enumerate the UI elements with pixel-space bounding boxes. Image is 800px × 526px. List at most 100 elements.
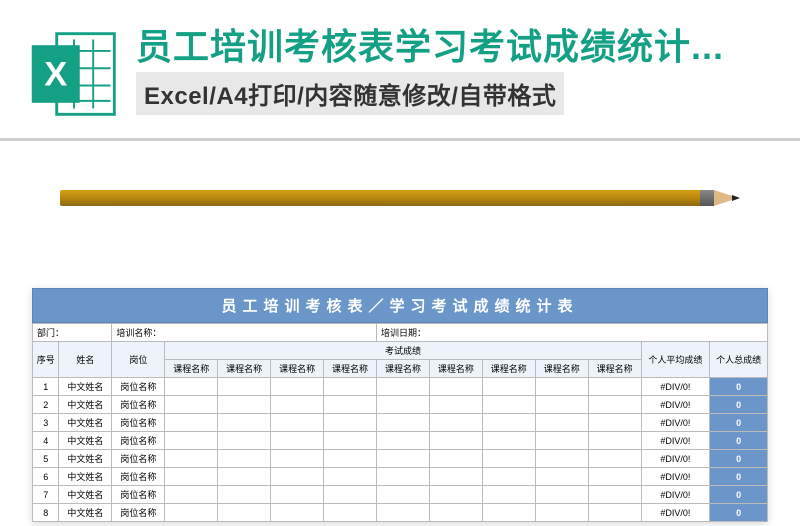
- training-name-label: 培训名称：: [112, 324, 377, 342]
- cell-position: 岗位名称: [112, 486, 165, 504]
- cell-course: [588, 468, 641, 486]
- cell-avg: #DIV/0!: [641, 396, 710, 414]
- th-course: 课程名称: [324, 360, 377, 378]
- cell-course: [271, 378, 324, 396]
- cell-course: [535, 450, 588, 468]
- cell-course: [376, 414, 429, 432]
- cell-course: [218, 432, 271, 450]
- th-exam-group: 考试成绩: [165, 342, 641, 360]
- table-row: 4中文姓名岗位名称#DIV/0!0: [33, 432, 768, 450]
- table-row: 7中文姓名岗位名称#DIV/0!0: [33, 486, 768, 504]
- cell-course: [588, 486, 641, 504]
- cell-course: [376, 378, 429, 396]
- cell-course: [482, 378, 535, 396]
- cell-course: [535, 486, 588, 504]
- data-table: 部门： 培训名称： 培训日期： 序号 姓名 岗位 考试成绩 个人平均成绩 个人总…: [32, 323, 768, 522]
- cell-name: 中文姓名: [59, 486, 112, 504]
- th-course: 课程名称: [429, 360, 482, 378]
- cell-course: [271, 486, 324, 504]
- cell-course: [218, 378, 271, 396]
- cell-course: [324, 378, 377, 396]
- cell-name: 中文姓名: [59, 468, 112, 486]
- cell-total: 0: [710, 504, 768, 522]
- pencil-decoration: [60, 190, 760, 206]
- excel-icon: X: [26, 26, 122, 122]
- cell-course: [271, 432, 324, 450]
- cell-course: [324, 414, 377, 432]
- cell-seq: 3: [33, 414, 59, 432]
- table-row: 1中文姓名岗位名称#DIV/0!0: [33, 378, 768, 396]
- cell-avg: #DIV/0!: [641, 432, 710, 450]
- cell-course: [588, 414, 641, 432]
- table-row: 5中文姓名岗位名称#DIV/0!0: [33, 450, 768, 468]
- cell-course: [588, 378, 641, 396]
- cell-course: [482, 468, 535, 486]
- cell-course: [218, 504, 271, 522]
- th-course: 课程名称: [165, 360, 218, 378]
- cell-course: [271, 396, 324, 414]
- cell-name: 中文姓名: [59, 378, 112, 396]
- cell-course: [324, 486, 377, 504]
- cell-seq: 8: [33, 504, 59, 522]
- table-row: 8中文姓名岗位名称#DIV/0!0: [33, 504, 768, 522]
- cell-course: [482, 396, 535, 414]
- cell-course: [165, 414, 218, 432]
- meta-row: 部门： 培训名称： 培训日期：: [33, 324, 768, 342]
- cell-seq: 6: [33, 468, 59, 486]
- cell-total: 0: [710, 432, 768, 450]
- cell-position: 岗位名称: [112, 450, 165, 468]
- cell-seq: 7: [33, 486, 59, 504]
- cell-course: [588, 396, 641, 414]
- cell-course: [165, 504, 218, 522]
- cell-course: [376, 396, 429, 414]
- cell-course: [324, 432, 377, 450]
- cell-course: [535, 432, 588, 450]
- cell-course: [535, 378, 588, 396]
- th-course: 课程名称: [535, 360, 588, 378]
- cell-course: [535, 468, 588, 486]
- cell-course: [482, 486, 535, 504]
- cell-course: [429, 504, 482, 522]
- divider: [0, 138, 800, 141]
- cell-course: [218, 396, 271, 414]
- cell-course: [482, 414, 535, 432]
- cell-position: 岗位名称: [112, 396, 165, 414]
- cell-seq: 5: [33, 450, 59, 468]
- cell-course: [218, 450, 271, 468]
- cell-course: [535, 396, 588, 414]
- cell-total: 0: [710, 450, 768, 468]
- cell-total: 0: [710, 396, 768, 414]
- cell-name: 中文姓名: [59, 450, 112, 468]
- cell-course: [376, 468, 429, 486]
- cell-total: 0: [710, 414, 768, 432]
- th-position: 岗位: [112, 342, 165, 378]
- cell-course: [482, 504, 535, 522]
- training-date-label: 培训日期：: [376, 324, 767, 342]
- cell-course: [429, 468, 482, 486]
- cell-course: [165, 450, 218, 468]
- cell-course: [588, 432, 641, 450]
- th-course: 课程名称: [376, 360, 429, 378]
- cell-course: [376, 450, 429, 468]
- cell-avg: #DIV/0!: [641, 468, 710, 486]
- th-course: 课程名称: [218, 360, 271, 378]
- cell-avg: #DIV/0!: [641, 378, 710, 396]
- cell-position: 岗位名称: [112, 378, 165, 396]
- cell-course: [218, 486, 271, 504]
- cell-course: [376, 486, 429, 504]
- cell-position: 岗位名称: [112, 432, 165, 450]
- cell-name: 中文姓名: [59, 396, 112, 414]
- cell-course: [429, 378, 482, 396]
- svg-text:X: X: [44, 56, 67, 94]
- cell-avg: #DIV/0!: [641, 486, 710, 504]
- cell-course: [324, 468, 377, 486]
- table-row: 2中文姓名岗位名称#DIV/0!0: [33, 396, 768, 414]
- cell-total: 0: [710, 378, 768, 396]
- th-course: 课程名称: [482, 360, 535, 378]
- cell-course: [324, 450, 377, 468]
- cell-course: [218, 414, 271, 432]
- cell-course: [482, 432, 535, 450]
- cell-course: [165, 486, 218, 504]
- cell-position: 岗位名称: [112, 468, 165, 486]
- cell-course: [271, 450, 324, 468]
